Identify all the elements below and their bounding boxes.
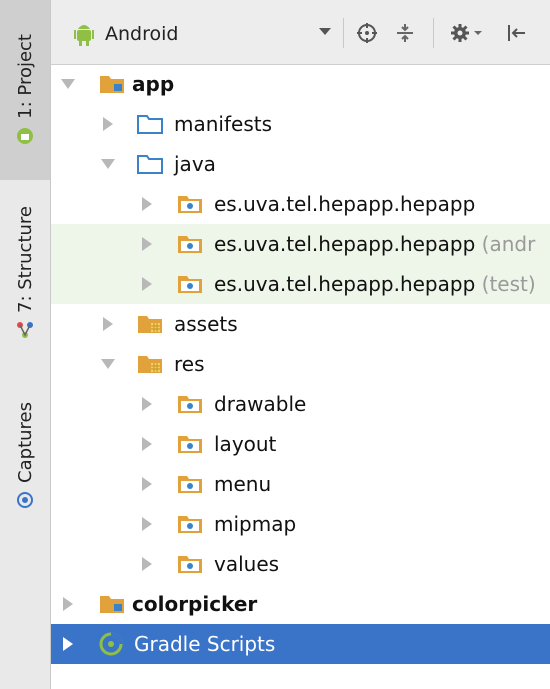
chevron-right-icon[interactable] xyxy=(142,397,152,411)
tree-node-colorpicker[interactable]: colorpicker xyxy=(51,584,550,624)
project-tab-label: 1: Project xyxy=(14,34,36,119)
tree-label: es.uva.tel.hepapp.hepapp (test) xyxy=(214,272,536,296)
folder-icon xyxy=(137,115,163,134)
tool-window-strip: 1: Project 7: Structure Captures xyxy=(0,0,51,689)
tree-node-package[interactable]: es.uva.tel.hepapp.hepapp (andr xyxy=(51,224,550,264)
chevron-right-icon[interactable] xyxy=(142,477,152,491)
tree-node-manifests[interactable]: manifests xyxy=(51,104,550,144)
tree-label: colorpicker xyxy=(132,592,258,616)
captures-tab-label: Captures xyxy=(14,402,36,483)
package-suffix: (andr xyxy=(481,232,536,256)
tree-node-drawable[interactable]: drawable xyxy=(51,384,550,424)
package-icon xyxy=(178,276,202,293)
chevron-down-icon[interactable] xyxy=(319,28,331,35)
project-tab[interactable]: 1: Project xyxy=(0,0,50,180)
tree-label: java xyxy=(174,152,216,176)
package-icon xyxy=(178,516,202,533)
gradle-icon xyxy=(99,632,123,656)
chevron-down-icon[interactable] xyxy=(101,359,115,369)
chevron-right-icon[interactable] xyxy=(103,317,113,331)
toolbar-divider xyxy=(343,18,344,48)
tree-label: manifests xyxy=(174,112,272,136)
chevron-down-icon[interactable] xyxy=(61,79,75,89)
project-toolbar: Android xyxy=(51,0,550,65)
package-icon xyxy=(178,196,202,213)
tree-node-values[interactable]: values xyxy=(51,544,550,584)
chevron-right-icon[interactable] xyxy=(142,437,152,451)
package-icon xyxy=(178,556,202,573)
android-icon xyxy=(17,127,33,144)
tree-node-layout[interactable]: layout xyxy=(51,424,550,464)
captures-icon xyxy=(17,491,33,508)
view-selector-label: Android xyxy=(105,23,179,45)
captures-tab[interactable]: Captures xyxy=(0,392,50,532)
tree-label: layout xyxy=(214,432,277,456)
tree-node-assets[interactable]: assets xyxy=(51,304,550,344)
chevron-right-icon[interactable] xyxy=(103,117,113,131)
chevron-right-icon[interactable] xyxy=(63,597,73,611)
chevron-right-icon[interactable] xyxy=(142,517,152,531)
android-icon xyxy=(74,25,94,46)
package-suffix: (test) xyxy=(481,272,536,296)
tree-label: assets xyxy=(174,312,238,336)
view-selector[interactable]: Android xyxy=(73,18,178,50)
tree-label: res xyxy=(174,352,205,376)
tree-label: es.uva.tel.hepapp.hepapp xyxy=(214,192,476,216)
resource-folder-icon xyxy=(138,316,162,333)
folder-icon xyxy=(137,155,163,174)
package-icon xyxy=(178,476,202,493)
module-folder-icon xyxy=(100,76,124,93)
tree-node-java[interactable]: java xyxy=(51,144,550,184)
tree-node-package[interactable]: es.uva.tel.hepapp.hepapp xyxy=(51,184,550,224)
chevron-right-icon[interactable] xyxy=(142,557,152,571)
tree-label: values xyxy=(214,552,280,576)
structure-tab[interactable]: 7: Structure xyxy=(0,196,50,366)
chevron-right-icon[interactable] xyxy=(142,237,152,251)
tree-node-mipmap[interactable]: mipmap xyxy=(51,504,550,544)
package-icon xyxy=(178,396,202,413)
chevron-right-icon[interactable] xyxy=(63,637,73,651)
tree-label: Gradle Scripts xyxy=(134,632,276,656)
package-name: es.uva.tel.hepapp.hepapp xyxy=(214,272,476,296)
tree-label: mipmap xyxy=(214,512,297,536)
tree-label: app xyxy=(132,72,175,96)
structure-icon xyxy=(17,321,33,338)
package-icon xyxy=(178,436,202,453)
chevron-right-icon[interactable] xyxy=(142,197,152,211)
tree-node-res[interactable]: res xyxy=(51,344,550,384)
resource-folder-icon xyxy=(138,356,162,373)
structure-tab-label: 7: Structure xyxy=(14,206,36,313)
package-icon xyxy=(178,236,202,253)
target-icon[interactable] xyxy=(356,22,378,44)
tree-node-gradle-scripts[interactable]: Gradle Scripts xyxy=(51,624,550,664)
tree-label: menu xyxy=(214,472,272,496)
tree-node-package[interactable]: es.uva.tel.hepapp.hepapp (test) xyxy=(51,264,550,304)
toolbar-divider xyxy=(433,18,434,48)
tree-node-app[interactable]: app xyxy=(51,64,550,104)
collapse-icon[interactable] xyxy=(394,22,416,44)
chevron-right-icon[interactable] xyxy=(142,277,152,291)
package-name: es.uva.tel.hepapp.hepapp xyxy=(214,232,476,256)
chevron-down-icon[interactable] xyxy=(101,159,115,169)
tree-label: drawable xyxy=(214,392,307,416)
tree-node-menu[interactable]: menu xyxy=(51,464,550,504)
gear-icon[interactable] xyxy=(449,22,483,44)
tree-label: es.uva.tel.hepapp.hepapp (andr xyxy=(214,232,535,256)
module-folder-icon xyxy=(100,596,124,613)
pin-icon[interactable] xyxy=(506,22,528,44)
